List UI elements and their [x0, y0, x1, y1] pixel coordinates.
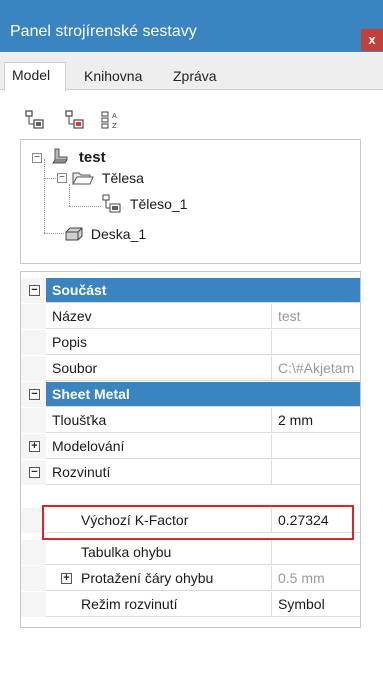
model-tree: − test − Tělesa Těleso_1 Deska_1 [20, 139, 361, 264]
property-value[interactable]: 0.27324 [271, 508, 360, 533]
property-label: Protažení čáry ohybu [81, 570, 214, 586]
tree-node-bodies-label: Tělesa [101, 170, 144, 186]
property-row-kfactor[interactable]: Výchozí K-Factor 0.27324 [21, 508, 360, 533]
close-button[interactable]: x [361, 29, 383, 51]
assembly-icon[interactable] [24, 109, 46, 131]
row-gutter [21, 566, 46, 591]
part-icon[interactable] [64, 109, 86, 131]
tab-report-label: Zpráva [173, 68, 217, 84]
tree-connector [69, 184, 70, 206]
tree-node-root-label: test [78, 149, 106, 166]
expand-toggle[interactable]: + [29, 441, 40, 452]
tab-model-label: Model [12, 67, 51, 83]
tree-node-plate-label: Deska_1 [90, 226, 147, 242]
property-value [271, 434, 360, 459]
property-row-tloustka[interactable]: Tloušťka 2 mm [21, 408, 360, 433]
tree-connector [69, 206, 101, 207]
sheet-metal-icon [65, 227, 83, 241]
row-gutter: − [21, 278, 46, 303]
row-gutter: − [21, 460, 46, 485]
svg-text:Z: Z [112, 122, 117, 130]
tree-node-body1-label: Těleso_1 [129, 196, 188, 212]
property-value[interactable]: C:\#Akjetam [271, 356, 360, 381]
tab-library[interactable]: Knihovna [84, 64, 164, 91]
collapse-toggle[interactable]: − [29, 467, 40, 478]
tree-node-root[interactable]: test [51, 147, 106, 167]
property-value[interactable]: 0.5 mm [271, 566, 360, 591]
property-row-nazev[interactable]: Název test [21, 304, 360, 329]
property-row-rozvinuti[interactable]: − Rozvinutí [21, 460, 360, 485]
row-gutter: + [21, 434, 46, 459]
category-soucast[interactable]: − Součást [21, 278, 360, 303]
property-value[interactable] [271, 330, 360, 355]
tree-node-bodies[interactable]: Tělesa [72, 168, 144, 188]
property-label: Výchozí K-Factor [81, 512, 189, 528]
property-label: Soubor [52, 360, 98, 376]
tab-library-label: Knihovna [84, 68, 143, 84]
row-gutter [21, 330, 46, 355]
collapse-toggle[interactable]: − [29, 389, 40, 400]
category-sheet-metal-label: Sheet Metal [52, 386, 130, 402]
property-row-rezim[interactable]: Režim rozvinutí Symbol [21, 592, 360, 617]
category-sheet-metal[interactable]: − Sheet Metal [21, 382, 360, 407]
property-value[interactable] [271, 540, 360, 565]
row-gutter [21, 540, 46, 565]
property-value[interactable]: 2 mm [271, 408, 360, 433]
property-label: Modelování [52, 438, 125, 454]
tab-report[interactable]: Zpráva [173, 64, 233, 91]
expand-toggle[interactable]: + [61, 573, 72, 584]
tree-node-body1[interactable]: Těleso_1 [101, 194, 187, 214]
body-icon [102, 194, 121, 213]
collapse-toggle[interactable]: − [32, 153, 42, 163]
tab-bar: Model Knihovna Zpráva [0, 52, 383, 91]
property-label: Rozvinutí [52, 464, 111, 480]
svg-text:A: A [112, 112, 117, 120]
row-gutter [21, 508, 46, 533]
property-row-soubor[interactable]: Soubor C:\#Akjetam [21, 356, 360, 381]
property-label: Popis [52, 334, 88, 350]
property-label: Název [52, 308, 92, 324]
row-gutter [21, 592, 46, 617]
property-value [271, 460, 360, 485]
property-row-popis[interactable]: Popis [21, 330, 360, 355]
row-gutter: − [21, 382, 46, 407]
property-label: Režim rozvinutí [81, 596, 178, 612]
property-label: Tabulka ohybu [81, 544, 172, 560]
title-bar: Panel strojírenské sestavy x [0, 0, 383, 52]
tab-model[interactable]: Model [4, 62, 66, 91]
row-gutter [21, 356, 46, 381]
tree-node-plate[interactable]: Deska_1 [64, 224, 146, 244]
properties-grid: − Součást Název test Popis Soubor C:\#Ak… [20, 271, 361, 628]
tree-connector [44, 159, 45, 233]
assembly-root-icon [52, 148, 68, 164]
property-row-tabulka[interactable]: Tabulka ohybu [21, 540, 360, 565]
sort-az-icon[interactable]: A Z [100, 109, 122, 131]
window-title: Panel strojírenské sestavy [10, 23, 197, 40]
property-row-protazeni[interactable]: + Protažení čáry ohybu 0.5 mm [21, 566, 360, 591]
property-value[interactable]: Symbol [271, 592, 360, 617]
property-label: Tloušťka [52, 412, 107, 428]
row-gutter [21, 408, 46, 433]
collapse-toggle[interactable]: − [57, 173, 67, 183]
row-gutter [21, 304, 46, 329]
folder-open-icon [72, 172, 94, 185]
category-soucast-label: Součást [52, 282, 107, 298]
property-value[interactable]: test [271, 304, 360, 329]
collapse-toggle[interactable]: − [29, 285, 40, 296]
property-row-modelovani[interactable]: + Modelování [21, 434, 360, 459]
tree-connector [44, 233, 64, 234]
